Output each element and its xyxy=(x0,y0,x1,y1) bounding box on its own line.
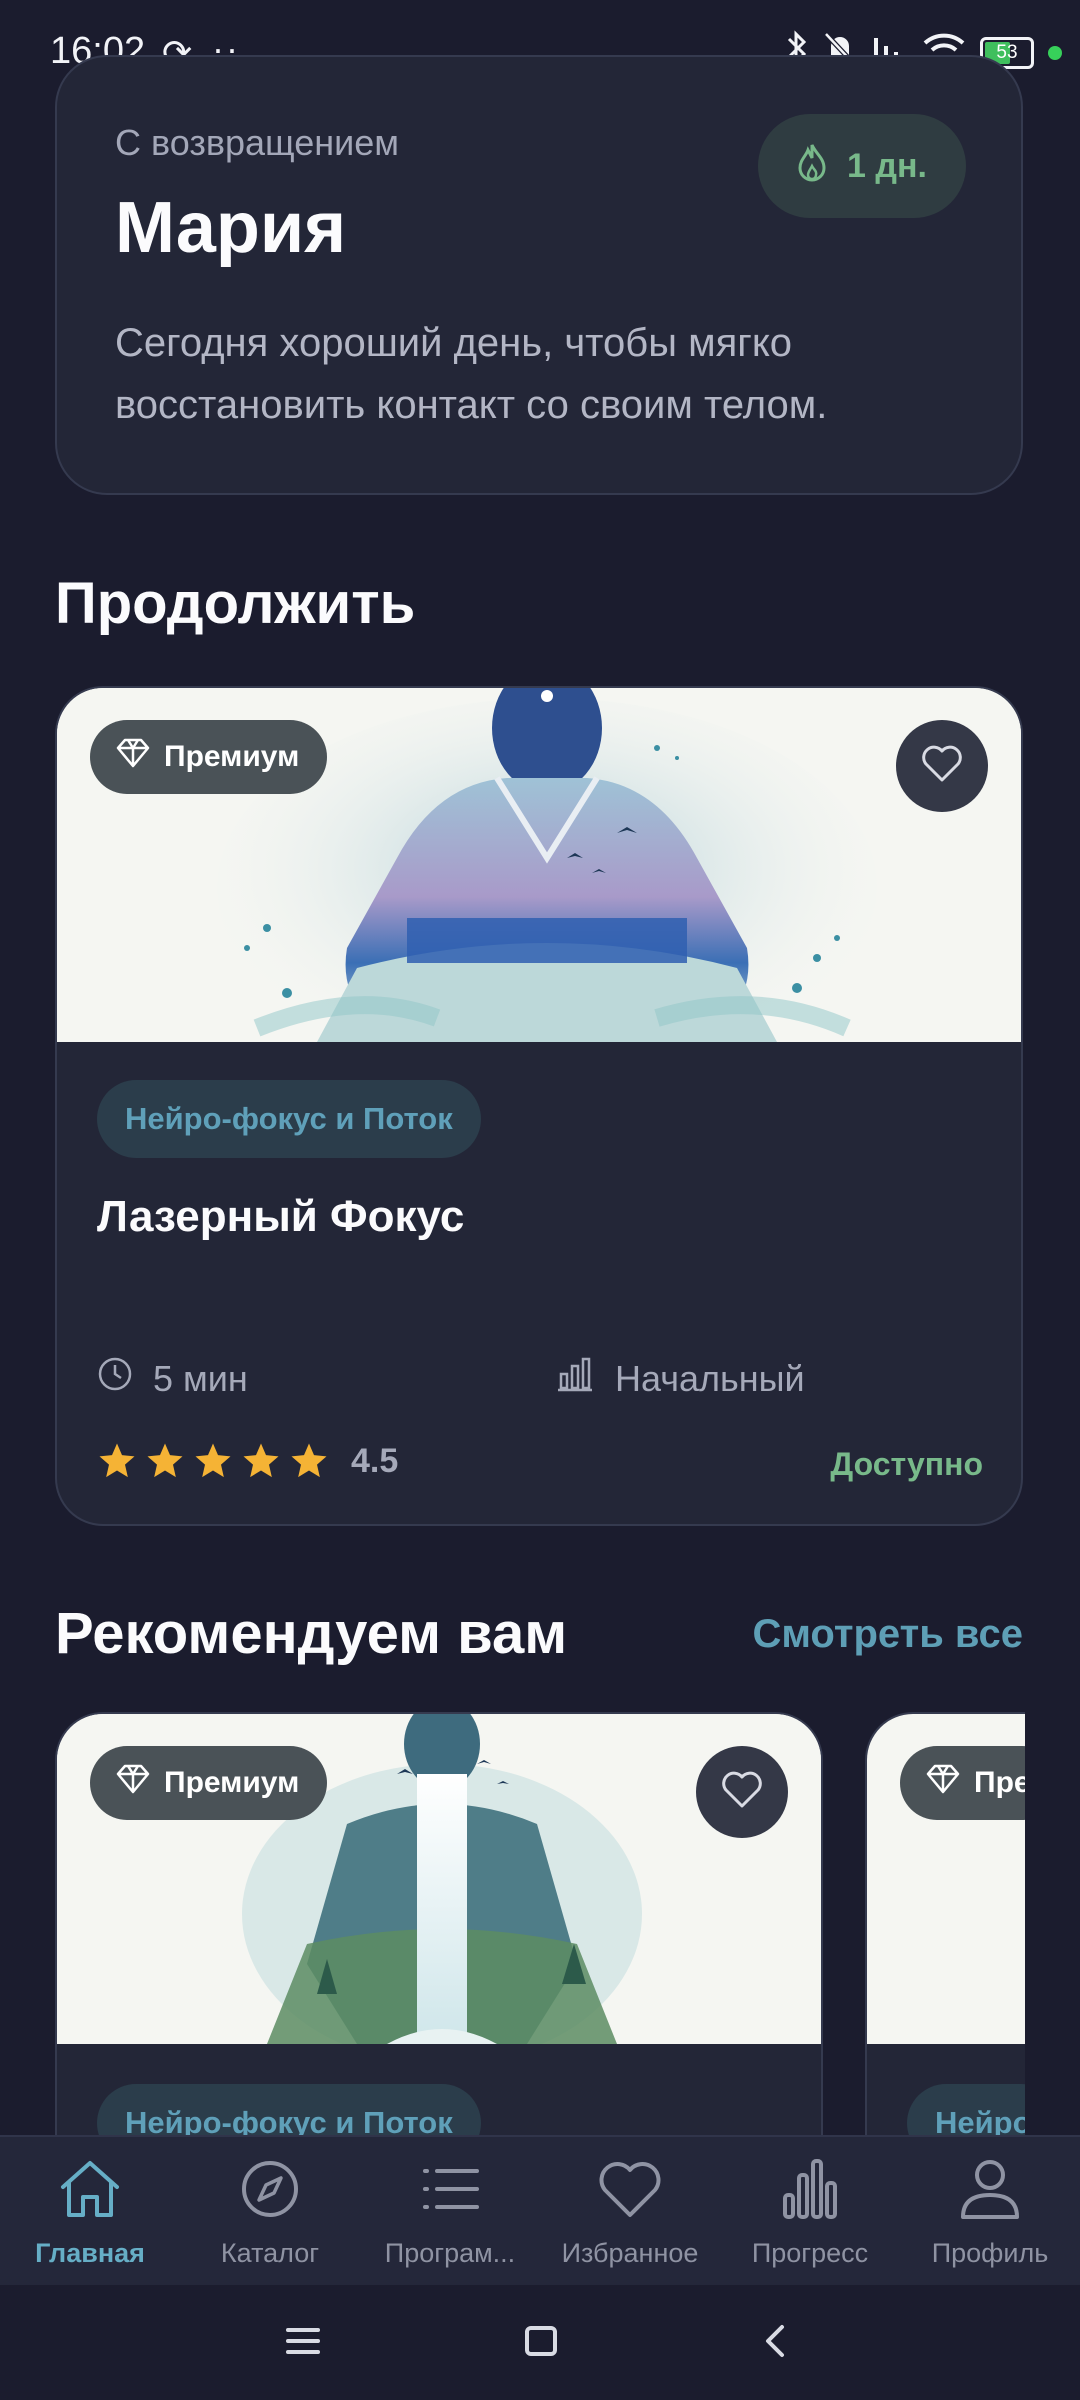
diamond-icon xyxy=(116,1764,150,1802)
star-icon xyxy=(243,1443,279,1478)
nav-item-programs[interactable]: Програм... xyxy=(360,2157,540,2269)
streak-badge[interactable]: 1 дн. xyxy=(758,114,966,218)
bottom-navigation: Главная Каталог Програм... Избранное Про… xyxy=(0,2135,1080,2287)
level-info: Начальный xyxy=(555,1356,805,1401)
welcome-message: Сегодня хороший день, чтобы мягко восста… xyxy=(115,321,828,427)
duration-label: 5 мин xyxy=(153,1357,248,1399)
diamond-icon xyxy=(116,738,150,776)
nav-item-favorites[interactable]: Избранное xyxy=(540,2157,720,2269)
nav-item-catalog[interactable]: Каталог xyxy=(180,2157,360,2269)
heart-icon xyxy=(921,745,963,788)
home-system-button[interactable] xyxy=(524,2325,558,2362)
practice-title: Лазерный Фокус xyxy=(97,1192,465,1241)
square-icon xyxy=(525,2326,557,2356)
see-all-link[interactable]: Смотреть все xyxy=(752,1612,1023,1657)
privacy-dot xyxy=(1048,45,1062,60)
system-navigation-bar xyxy=(0,2285,1080,2400)
nav-item-progress[interactable]: Прогресс xyxy=(720,2157,900,2269)
favorite-button[interactable] xyxy=(696,1746,788,1838)
category-tag[interactable]: Нейро-фокус и Поток xyxy=(97,1080,481,1158)
user-name: Мария xyxy=(115,188,347,268)
welcome-subtitle: С возвращением xyxy=(115,122,400,163)
nav-item-home[interactable]: Главная xyxy=(0,2157,180,2269)
recommended-card[interactable]: Премиум Нейро-фокус и Поток xyxy=(55,1712,823,2135)
back-arrow-icon xyxy=(766,2325,784,2357)
welcome-card: С возвращением Мария Сегодня хороший ден… xyxy=(55,55,1023,495)
continue-card[interactable]: Премиум Нейро-фокус и Поток Лазерный Фок… xyxy=(55,686,1023,1526)
clock-icon xyxy=(97,1356,133,1401)
premium-badge: Премиум xyxy=(90,1746,328,1820)
recommended-card[interactable]: Пре Нейро xyxy=(865,1712,1025,2135)
nav-label: Прогресс xyxy=(751,2238,869,2268)
diamond-icon xyxy=(926,1764,960,1802)
nav-label: Профиль xyxy=(931,2238,1049,2268)
recommended-heading: Рекомендуем вам xyxy=(55,1601,568,1666)
star-icon xyxy=(195,1443,231,1478)
category-tag[interactable]: Нейро-фокус и Поток xyxy=(97,2084,481,2135)
duration-info: 5 мин xyxy=(97,1356,248,1401)
compass-icon xyxy=(235,2157,305,2228)
category-tag[interactable]: Нейро xyxy=(907,2084,1025,2135)
rating-value: 4.5 xyxy=(351,1441,399,1480)
back-button[interactable] xyxy=(760,2323,790,2364)
continue-heading: Продолжить xyxy=(55,571,416,636)
premium-label: Премиум xyxy=(164,740,300,773)
heart-icon xyxy=(595,2157,665,2228)
premium-badge: Пре xyxy=(900,1746,1025,1820)
nav-label: Каталог xyxy=(220,2238,320,2268)
star-icon xyxy=(99,1443,135,1478)
menu-button[interactable] xyxy=(285,2325,321,2362)
premium-badge: Премиум xyxy=(90,720,328,794)
battery-level: 53 xyxy=(996,41,1018,63)
home-icon xyxy=(55,2157,125,2228)
heart-icon xyxy=(721,1771,763,1814)
nav-label: Главная xyxy=(35,2238,145,2268)
recommended-carousel[interactable]: Премиум Нейро-фокус и Поток Пре Нейро xyxy=(55,1712,1025,2135)
streak-label: 1 дн. xyxy=(847,146,927,185)
user-icon xyxy=(955,2157,1025,2228)
nav-label: Програм... xyxy=(384,2238,516,2268)
list-icon xyxy=(415,2157,485,2228)
flame-icon xyxy=(797,142,827,191)
nav-item-profile[interactable]: Профиль xyxy=(900,2157,1080,2269)
star-icon xyxy=(291,1443,327,1478)
menu-icon xyxy=(286,2328,320,2354)
level-bars-icon xyxy=(555,1356,595,1401)
nav-label: Избранное xyxy=(561,2238,699,2268)
star-icon xyxy=(147,1443,183,1478)
bar-chart-icon xyxy=(775,2157,845,2228)
premium-label: Премиум xyxy=(164,1766,300,1799)
favorite-button[interactable] xyxy=(896,720,988,812)
premium-label: Пре xyxy=(974,1766,1025,1799)
rating-stars: 4.5 xyxy=(97,1441,398,1481)
level-label: Начальный xyxy=(615,1357,805,1399)
availability-status: Доступно xyxy=(830,1446,983,1482)
